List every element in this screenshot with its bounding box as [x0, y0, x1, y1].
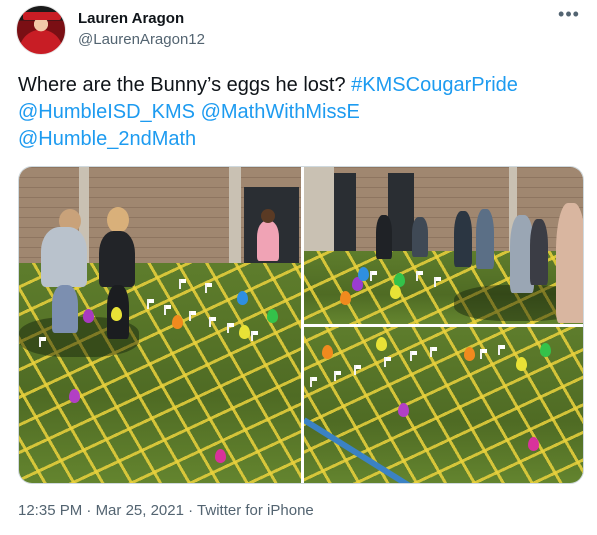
student	[99, 231, 135, 287]
meta-separator: ·	[188, 502, 194, 519]
student	[257, 221, 279, 261]
easter-egg	[398, 403, 409, 417]
student	[454, 211, 472, 267]
marker-flag	[227, 323, 234, 333]
easter-egg	[172, 315, 183, 329]
easter-egg	[83, 309, 94, 323]
easter-egg	[322, 345, 333, 359]
marker-flag	[147, 299, 154, 309]
easter-egg	[390, 285, 401, 299]
media-grid	[18, 166, 584, 484]
marker-flag	[384, 357, 391, 367]
student	[530, 219, 548, 285]
tweet-body: Where are the Bunny’s eggs he lost?	[18, 74, 346, 96]
mention-link-mathwithmisse[interactable]: @MathWithMissE	[201, 101, 360, 123]
student	[412, 217, 428, 257]
author-avatar[interactable]	[16, 5, 66, 55]
photo-2[interactable]	[304, 167, 583, 324]
tweet-card: Lauren Aragon @LaurenAragon12 ••• Where …	[0, 0, 597, 535]
marker-flag	[480, 349, 487, 359]
easter-egg	[464, 347, 475, 361]
marker-flag	[498, 345, 505, 355]
easter-egg	[540, 343, 551, 357]
student	[376, 215, 392, 259]
mention-link-humbleisd-kms[interactable]: @HumbleISD_KMS	[18, 101, 195, 123]
student-head	[107, 207, 129, 233]
easter-egg	[111, 307, 122, 321]
student	[476, 209, 494, 269]
marker-flag	[189, 311, 196, 321]
wall-pillar	[229, 167, 241, 267]
photo-3[interactable]	[304, 327, 583, 483]
marker-flag	[354, 365, 361, 375]
marker-flag	[205, 283, 212, 293]
student-legs	[52, 285, 78, 333]
hashtag-link[interactable]: #KMSCougarPride	[351, 74, 518, 96]
easter-egg	[239, 325, 250, 339]
easter-egg	[376, 337, 387, 351]
marker-flag	[434, 277, 441, 287]
tweet-date[interactable]: Mar 25, 2021	[96, 502, 184, 519]
tweet-time[interactable]: 12:35 PM	[18, 502, 82, 519]
easter-egg	[267, 309, 278, 323]
tweet-source[interactable]: Twitter for iPhone	[197, 502, 314, 519]
student	[41, 227, 87, 287]
doorway	[334, 173, 356, 253]
adult	[556, 203, 583, 323]
marker-flag	[410, 351, 417, 361]
marker-flag	[251, 331, 258, 341]
marker-flag	[179, 279, 186, 289]
marker-flag	[164, 305, 171, 315]
marker-flag	[310, 377, 317, 387]
easter-egg	[528, 437, 539, 451]
meta-separator: ·	[86, 502, 92, 519]
easter-egg	[516, 357, 527, 371]
marker-flag	[430, 347, 437, 357]
easter-egg	[358, 267, 369, 281]
easter-egg	[237, 291, 248, 305]
marker-flag	[39, 337, 46, 347]
more-options-icon[interactable]: •••	[557, 5, 581, 30]
author-handle[interactable]: @LaurenAragon12	[78, 31, 205, 48]
tweet-text: Where are the Bunny’s eggs he lost? #KMS…	[18, 72, 588, 153]
photo-1[interactable]	[19, 167, 301, 483]
easter-egg	[215, 449, 226, 463]
student-head	[261, 209, 275, 223]
wall-pillar	[304, 167, 334, 257]
mention-link-humble-2ndmath[interactable]: @Humble_2ndMath	[18, 128, 196, 150]
marker-flag	[416, 271, 423, 281]
easter-egg	[69, 389, 80, 403]
marker-flag	[209, 317, 216, 327]
marker-flag	[334, 371, 341, 381]
easter-egg	[340, 291, 351, 305]
marker-flag	[370, 271, 377, 281]
author-name[interactable]: Lauren Aragon	[78, 10, 184, 27]
tweet-meta: 12:35 PM · Mar 25, 2021 · Twitter for iP…	[18, 502, 314, 519]
avatar-banner	[23, 12, 61, 20]
